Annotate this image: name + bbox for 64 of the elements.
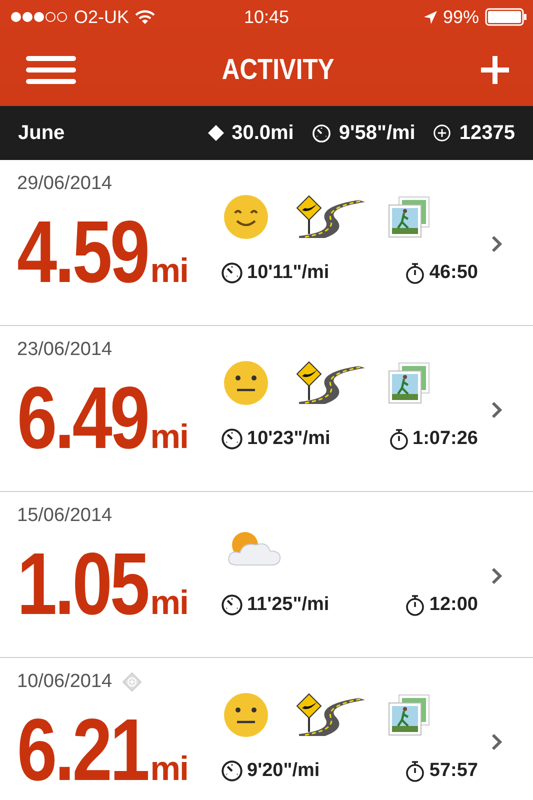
run-date: 23/06/2014	[17, 339, 112, 361]
stopwatch-icon	[388, 428, 408, 450]
run-distance: 1.05	[17, 540, 148, 628]
menu-icon	[26, 56, 76, 84]
photo-stack-icon	[387, 195, 431, 239]
screen-title: ACTIVITY	[222, 54, 335, 86]
activity-row[interactable]: 23/06/2014 6.49mi 10'23"/mi 1:07:26	[0, 326, 533, 492]
run-duration: 1:07:26	[412, 428, 478, 450]
speedometer-icon	[221, 428, 243, 450]
run-date: 10/06/2014	[17, 671, 112, 693]
speedometer-icon	[221, 760, 243, 782]
photo-stack-icon	[387, 693, 431, 737]
speedometer-icon	[221, 262, 243, 284]
run-distance: 6.21	[17, 706, 148, 794]
neutral-face-icon	[223, 692, 269, 738]
run-pace: 10'23"/mi	[247, 428, 330, 450]
total-distance: 30.0mi	[232, 122, 294, 144]
activity-row[interactable]: 15/06/2014 1.05mi 11'25"/mi 12:00	[0, 492, 533, 658]
month-label: June	[18, 122, 65, 144]
run-distance: 4.59	[17, 208, 148, 296]
chevron-right-icon	[491, 733, 503, 751]
distance-unit: mi	[150, 584, 188, 623]
run-date: 15/06/2014	[17, 505, 112, 527]
activity-row[interactable]: 10/06/2014 6.21mi 9'20"/mi 57:57	[0, 658, 533, 800]
run-date: 29/06/2014	[17, 173, 112, 195]
run-pace: 9'20"/mi	[247, 760, 320, 782]
battery-percent: 99%	[442, 6, 479, 28]
smiling-face-icon	[223, 194, 269, 240]
average-pace: 9'58"/mi	[338, 122, 416, 144]
distance-unit: mi	[150, 418, 188, 457]
wifi-icon	[135, 10, 156, 24]
menu-button[interactable]	[26, 56, 76, 84]
stopwatch-icon	[405, 594, 426, 616]
stopwatch-icon	[405, 262, 426, 284]
chevron-right-icon	[491, 235, 503, 253]
signal-icon	[10, 11, 68, 23]
chevron-right-icon	[491, 567, 503, 585]
run-duration: 57:57	[429, 760, 478, 782]
road-sign-drawing	[295, 692, 367, 738]
battery-icon	[485, 8, 527, 26]
add-button[interactable]	[481, 56, 509, 84]
run-duration: 46:50	[429, 262, 478, 284]
fuel-total: 12375	[459, 122, 515, 144]
distance-unit: mi	[150, 750, 188, 789]
stopwatch-icon	[405, 760, 426, 782]
speedometer-icon	[221, 594, 243, 616]
speedometer-icon	[312, 124, 331, 142]
status-time: 10:45	[244, 6, 290, 28]
road-sign-drawing	[295, 360, 367, 406]
chevron-right-icon	[491, 401, 503, 419]
diamond-icon	[208, 125, 224, 141]
run-distance: 6.49	[17, 374, 148, 462]
road-sign-drawing	[295, 194, 367, 240]
activity-row[interactable]: 29/06/2014 4.59mi 10'11"/mi 46:50	[0, 160, 533, 326]
carrier-name: O2-UK	[74, 6, 130, 28]
distance-unit: mi	[150, 252, 188, 291]
plus-icon	[481, 56, 509, 84]
photo-stack-icon	[387, 361, 431, 405]
location-arrow-icon	[424, 10, 437, 24]
neutral-face-icon	[223, 360, 269, 406]
run-duration: 12:00	[429, 594, 478, 616]
run-pace: 11'25"/mi	[247, 594, 330, 616]
run-pace: 10'11"/mi	[247, 262, 330, 284]
plus-circle-icon	[433, 124, 452, 142]
